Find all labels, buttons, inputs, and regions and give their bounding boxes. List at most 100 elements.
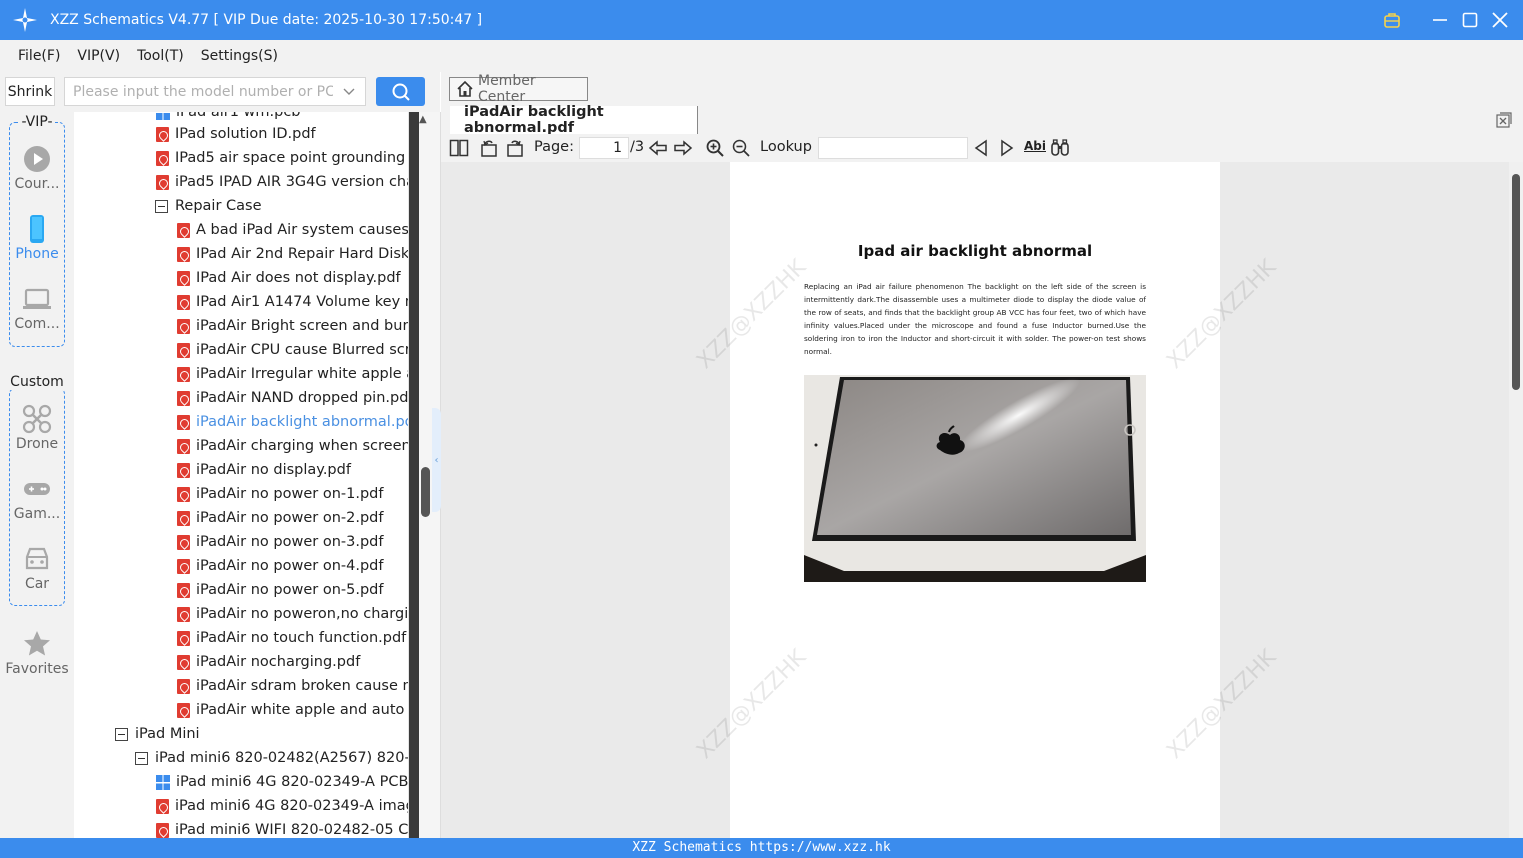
tree-item[interactable]: IPad5 air space point grounding cc [156, 146, 408, 170]
tree-item[interactable]: iPadAir no touch function.pdf [177, 626, 406, 650]
tree-item[interactable]: iPadAir nocharging.pdf [177, 650, 360, 674]
rotate-left-icon[interactable] [479, 138, 499, 158]
document-tab[interactable]: iPadAir backlight abnormal.pdf [450, 104, 698, 136]
zoom-out-icon[interactable] [731, 138, 751, 158]
tree-folder-repair-case[interactable]: Repair Case [155, 194, 262, 218]
close-icon[interactable] [1491, 11, 1509, 29]
scroll-up-icon[interactable]: ▲ [419, 114, 427, 125]
tree-item[interactable]: iPadAir no power on-1.pdf [177, 482, 383, 506]
pdf-file-icon [156, 150, 169, 166]
tree-item[interactable]: iPadAir no power on-5.pdf [177, 578, 383, 602]
tree-item[interactable]: IPad Air does not display.pdf [177, 266, 401, 290]
viewer-scroll-thumb[interactable] [1512, 174, 1520, 390]
tree-item[interactable]: iPadAir Bright screen and burni [177, 314, 408, 338]
tree-item[interactable]: IPad Air1 A1474 Volume key mu [177, 290, 408, 314]
tree-item[interactable]: IPad solution ID.pdf [156, 122, 316, 146]
window-title: XZZ Schematics V4.77 [ VIP Due date: 202… [50, 12, 483, 28]
home-icon [457, 80, 473, 97]
find-prev-icon[interactable] [971, 138, 991, 158]
tree-folder-ipad-mini[interactable]: iPad Mini [115, 722, 200, 746]
tree-item[interactable]: iPadAir no power on-4.pdf [177, 554, 383, 578]
pdf-file-icon [156, 798, 169, 814]
menu-settings[interactable]: Settings(S) [201, 48, 278, 64]
pane-splitter[interactable]: ‹ [432, 112, 441, 838]
tree-item[interactable]: iPadAir white apple and auto sh [177, 698, 408, 722]
sidebar-item-courses[interactable]: Cour... [0, 144, 74, 192]
lookup-input[interactable] [818, 137, 968, 159]
laptop-icon [23, 288, 51, 309]
tree-item[interactable]: iPadAir charging when screen li [177, 434, 408, 458]
minimize-icon[interactable] [1431, 11, 1449, 29]
next-page-icon[interactable] [673, 138, 693, 158]
rotate-right-icon[interactable] [505, 138, 525, 158]
binoculars-icon[interactable] [1050, 138, 1070, 158]
tree-scroll-thumb[interactable] [421, 467, 430, 517]
viewer-scrollbar[interactable] [1509, 162, 1523, 838]
menu-file[interactable]: File(F) [18, 48, 60, 64]
collapse-icon[interactable] [155, 199, 168, 213]
pdf-page: XZZ@XZZHK XZZ@XZZHK XZZ@XZZHK XZZ@XZZHK … [692, 162, 1281, 838]
search-input[interactable] [73, 83, 333, 100]
pdf-file-icon [177, 390, 190, 406]
tree-item[interactable]: iPad5 IPAD AIR 3G4G version chan [156, 170, 408, 194]
sidebar-item-favorites[interactable]: Favorites [0, 629, 74, 677]
pdf-file-icon [177, 342, 190, 358]
viewer-toolbar: Page: 1 /3 Lookup Abi [441, 134, 1523, 162]
tree-item[interactable]: iPadAir NAND dropped pin.pdf [177, 386, 408, 410]
search-button[interactable] [376, 77, 425, 106]
menu-tool[interactable]: Tool(T) [137, 48, 184, 64]
menu-vip[interactable]: VIP(V) [77, 48, 120, 64]
dual-page-icon[interactable] [449, 138, 469, 158]
collapse-pane-icon[interactable]: ‹ [432, 408, 441, 512]
sidebar-item-phone[interactable]: Phone [0, 214, 74, 262]
phone-icon [30, 215, 44, 243]
pdf-file-icon [177, 558, 190, 574]
prev-page-icon[interactable] [648, 138, 668, 158]
category-sidebar: -VIP- Cour... Phone Com... Custom Drone … [0, 112, 74, 838]
tree-item[interactable]: iPadAir no poweron,no chargin [177, 602, 408, 626]
tree-scrollbar[interactable]: ▲ [408, 112, 432, 838]
tree-item[interactable]: iPadAir no display.pdf [177, 458, 351, 482]
tree-folder-ipad-mini6[interactable]: iPad mini6 820-02482(A2567) 820-023 [135, 746, 408, 770]
zoom-in-icon[interactable] [705, 138, 725, 158]
pdf-file-icon [177, 606, 190, 622]
tree-item[interactable]: iPad mini6 WIFI 820-02482-05 Con [156, 818, 408, 838]
pdf-file-icon [177, 702, 190, 718]
pdf-viewer[interactable]: XZZ@XZZHK XZZ@XZZHK XZZ@XZZHK XZZ@XZZHK … [441, 162, 1523, 838]
tree-item[interactable]: iPadAir sdram broken cause no [177, 674, 408, 698]
maximize-icon[interactable] [1461, 11, 1479, 29]
viewer-pane: Member Center iPadAir backlight abnormal… [441, 72, 1523, 838]
pdf-file-icon [156, 126, 169, 142]
member-center-button[interactable]: Member Center [449, 73, 588, 105]
page-number-input[interactable]: 1 [579, 137, 629, 159]
ipad-photo [804, 375, 1146, 582]
shrink-button[interactable]: Shrink [5, 77, 55, 106]
drone-icon [22, 404, 52, 434]
match-case-icon[interactable]: Abi [1024, 139, 1046, 153]
tree-item[interactable]: iPadAir CPU cause Blurred scree [177, 338, 408, 362]
tree-item[interactable]: iPadAir no power on-3.pdf [177, 530, 383, 554]
collapse-icon[interactable] [135, 751, 148, 765]
sidebar-item-car[interactable]: Car [0, 544, 74, 592]
tree-item[interactable]: iPadAir Irregular white apple ar [177, 362, 408, 386]
tree-item[interactable]: IPad Air 2nd Repair Hard Disk V [177, 242, 408, 266]
tree-item-selected[interactable]: iPadAir backlight abnormal.pdf [177, 410, 408, 434]
document-title: Ipad air backlight abnormal [857, 242, 1093, 260]
sidebar-item-computer[interactable]: Com... [0, 284, 74, 332]
pdf-file-icon [177, 270, 190, 286]
tree-item[interactable]: iPadAir no power on-2.pdf [177, 506, 383, 530]
play-icon [24, 146, 50, 172]
close-tab-icon[interactable] [1495, 111, 1513, 129]
tree-item[interactable]: iPad mini6 4G 820-02349-A image [156, 794, 408, 818]
pdf-file-icon [177, 366, 190, 382]
tree-item[interactable]: iPad mini6 4G 820-02349-A PCB la [156, 770, 408, 794]
tree-item[interactable]: A bad iPad Air system causes a [177, 218, 408, 242]
chevron-down-icon[interactable] [343, 85, 355, 97]
sidebar-item-drone[interactable]: Drone [0, 404, 74, 452]
vip-bag-icon[interactable] [1383, 11, 1401, 29]
star-icon [24, 631, 50, 656]
sidebar-item-games[interactable]: Gam... [0, 474, 74, 522]
collapse-icon[interactable] [115, 727, 128, 741]
pcb-file-icon [156, 112, 170, 120]
find-next-icon[interactable] [997, 138, 1017, 158]
